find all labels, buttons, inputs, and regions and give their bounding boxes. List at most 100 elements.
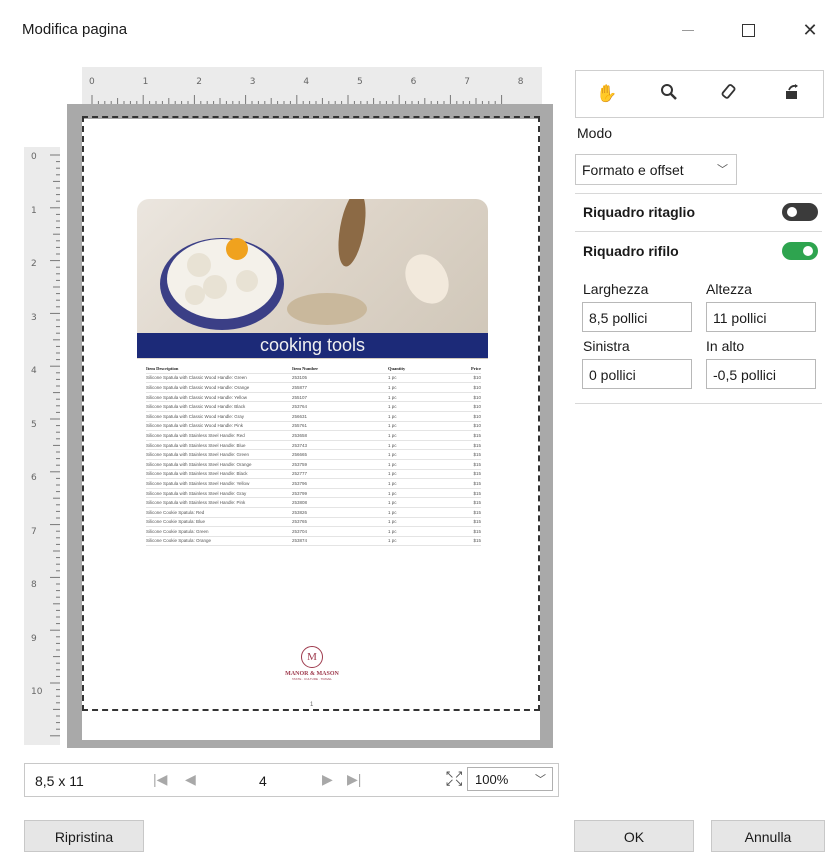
ruler-label: 3: [31, 312, 37, 323]
minimize-icon: [682, 29, 694, 31]
previous-page-button[interactable]: ◀: [185, 771, 196, 788]
zoom-tool-icon[interactable]: [651, 83, 687, 106]
close-button[interactable]: ✕: [790, 14, 830, 46]
table-row: Silicone Spatula with Stainless Steel Ha…: [146, 441, 481, 451]
column-header: Item Number: [292, 365, 319, 371]
table-cell: Silicone Spatula with Stainless Steel Ha…: [146, 500, 246, 506]
table-cell: Silicone Spatula with Classic Wood Handl…: [146, 404, 246, 410]
last-page-button[interactable]: ▶|: [347, 771, 361, 788]
table-cell: 1 pc: [388, 519, 397, 525]
ruler-label: 8: [31, 580, 37, 590]
zoom-select[interactable]: 100% ﹀: [467, 767, 553, 791]
chevron-down-icon: ﹀: [535, 774, 546, 786]
title-bar: Modifica pagina ✕: [0, 0, 834, 60]
table-row: Silicone Cookie Spatula: Blue 253765 1 pc $…: [146, 518, 481, 528]
mode-label: Modo: [577, 125, 613, 141]
table-cell: 252777: [292, 471, 308, 477]
crop-box-label: Riquadro ritaglio: [583, 204, 695, 220]
table-cell: $15: [473, 509, 481, 515]
trim-line-left[interactable]: [82, 116, 84, 711]
ruler-label: 0: [89, 77, 95, 87]
table-row: Silicone Cookie Spatula: Red 253826 1 pc $1…: [146, 508, 481, 518]
table-row: Silicone Spatula with Stainless Steel Ha…: [146, 431, 481, 441]
trim-line-bottom[interactable]: [82, 709, 540, 711]
crop-box-toggle[interactable]: [782, 203, 818, 221]
ruler-label: 4: [31, 366, 37, 376]
trim-box-label: Riquadro rifilo: [583, 243, 679, 259]
table-cell: 253765: [292, 519, 308, 525]
ruler-label: 2: [31, 259, 37, 269]
table-cell: 253874: [292, 538, 308, 544]
maximize-button[interactable]: [728, 14, 768, 46]
divider: [575, 193, 822, 194]
ruler-vertical-ticks: [50, 154, 60, 737]
table-cell: $15: [473, 480, 481, 486]
next-page-button[interactable]: ▶: [322, 771, 333, 788]
column-header: Item Description: [146, 365, 179, 371]
left-label: Sinistra: [583, 338, 630, 354]
table-row: Silicone Spatula with Classic Wood Handl…: [146, 374, 481, 384]
table-cell: Silicone Spatula with Classic Wood Handl…: [146, 375, 247, 381]
hand-tool-icon[interactable]: ✋: [589, 84, 625, 104]
table-cell: 255761: [292, 423, 308, 429]
table-row: Silicone Spatula with Classic Wood Handl…: [146, 383, 481, 393]
trim-box-toggle[interactable]: [782, 242, 818, 260]
logo-tagline: TASTE · CULTURE · TRAVEL: [291, 677, 333, 681]
ruler-label: 1: [142, 77, 149, 87]
table-cell: 1 pc: [388, 509, 397, 515]
page-size-label: 8,5 x 11: [35, 773, 84, 789]
ruler-label: 6: [31, 473, 37, 483]
table-row: Silicone Spatula with Stainless Steel Ha…: [146, 498, 481, 508]
table-cell: $10: [473, 404, 481, 410]
table-cell: 253743: [292, 442, 308, 448]
maximize-icon: [741, 23, 755, 37]
ok-button[interactable]: OK: [574, 820, 694, 852]
ruler-label: 1: [31, 205, 37, 216]
table-cell: $10: [473, 384, 481, 390]
cancel-button[interactable]: Annulla: [711, 820, 825, 852]
width-field[interactable]: 8,5 pollici: [582, 302, 692, 332]
divider: [575, 403, 822, 404]
ruler-horizontal: [82, 67, 542, 105]
minimize-button[interactable]: [668, 14, 708, 46]
rotate-tool-icon[interactable]: [774, 83, 810, 106]
table-row: Silicone Cookie Spatula: Green 253704 1 pc…: [146, 527, 481, 537]
table-cell: 1 pc: [388, 413, 397, 419]
table-cell: 1 pc: [388, 461, 397, 467]
column-header: Price: [471, 365, 481, 371]
table-row: Silicone Spatula with Classic Wood Handl…: [146, 393, 481, 403]
table-row: Silicone Spatula with Stainless Steel Ha…: [146, 450, 481, 460]
mode-select[interactable]: Formato e offset ﹀: [575, 154, 737, 185]
table-cell: 1 pc: [388, 384, 397, 390]
fit-to-page-icon[interactable]: ↖↗ ↙↘: [445, 770, 463, 789]
first-page-button[interactable]: |◀: [153, 771, 167, 788]
ruler-label: 9: [31, 633, 37, 644]
top-label: In alto: [706, 338, 745, 354]
table-cell: $15: [473, 519, 481, 525]
height-field[interactable]: 11 pollici: [706, 302, 816, 332]
table-cell: 255877: [292, 384, 308, 390]
table-cell: 253799: [292, 490, 308, 496]
table-cell: 256631: [292, 413, 308, 419]
table-row: Silicone Cookie Spatula: Orange 253874 1 p…: [146, 537, 481, 547]
reset-button[interactable]: Ripristina: [24, 820, 144, 852]
preview-navigation-bar: 8,5 x 11 |◀ ◀ 4 ▶ ▶| ↖↗ ↙↘ 100% ﹀: [24, 763, 559, 797]
table-cell: Silicone Spatula with Stainless Steel Ha…: [146, 490, 247, 496]
table-row: Silicone Spatula with Classic Wood Handl…: [146, 412, 481, 422]
left-field[interactable]: 0 pollici: [582, 359, 692, 389]
table-cell: 1 pc: [388, 471, 397, 477]
table-cell: 1 pc: [388, 423, 397, 429]
trim-line-right[interactable]: [538, 116, 540, 711]
width-label: Larghezza: [583, 281, 649, 297]
table-cell: 1 pc: [388, 394, 397, 400]
trim-line-top[interactable]: [82, 116, 540, 118]
mode-value: Formato e offset: [582, 162, 684, 178]
eraser-tool-icon[interactable]: [712, 83, 748, 106]
tool-palette: ✋: [575, 70, 824, 118]
top-field[interactable]: -0,5 pollici: [706, 359, 816, 389]
table-cell: Silicone Spatula with Stainless Steel Ha…: [146, 461, 252, 467]
page-number: 4: [259, 773, 267, 789]
table-cell: Silicone Spatula with Classic Wood Handl…: [146, 394, 247, 400]
toggle-knob: [803, 246, 813, 256]
ruler-label: 8: [517, 77, 524, 87]
